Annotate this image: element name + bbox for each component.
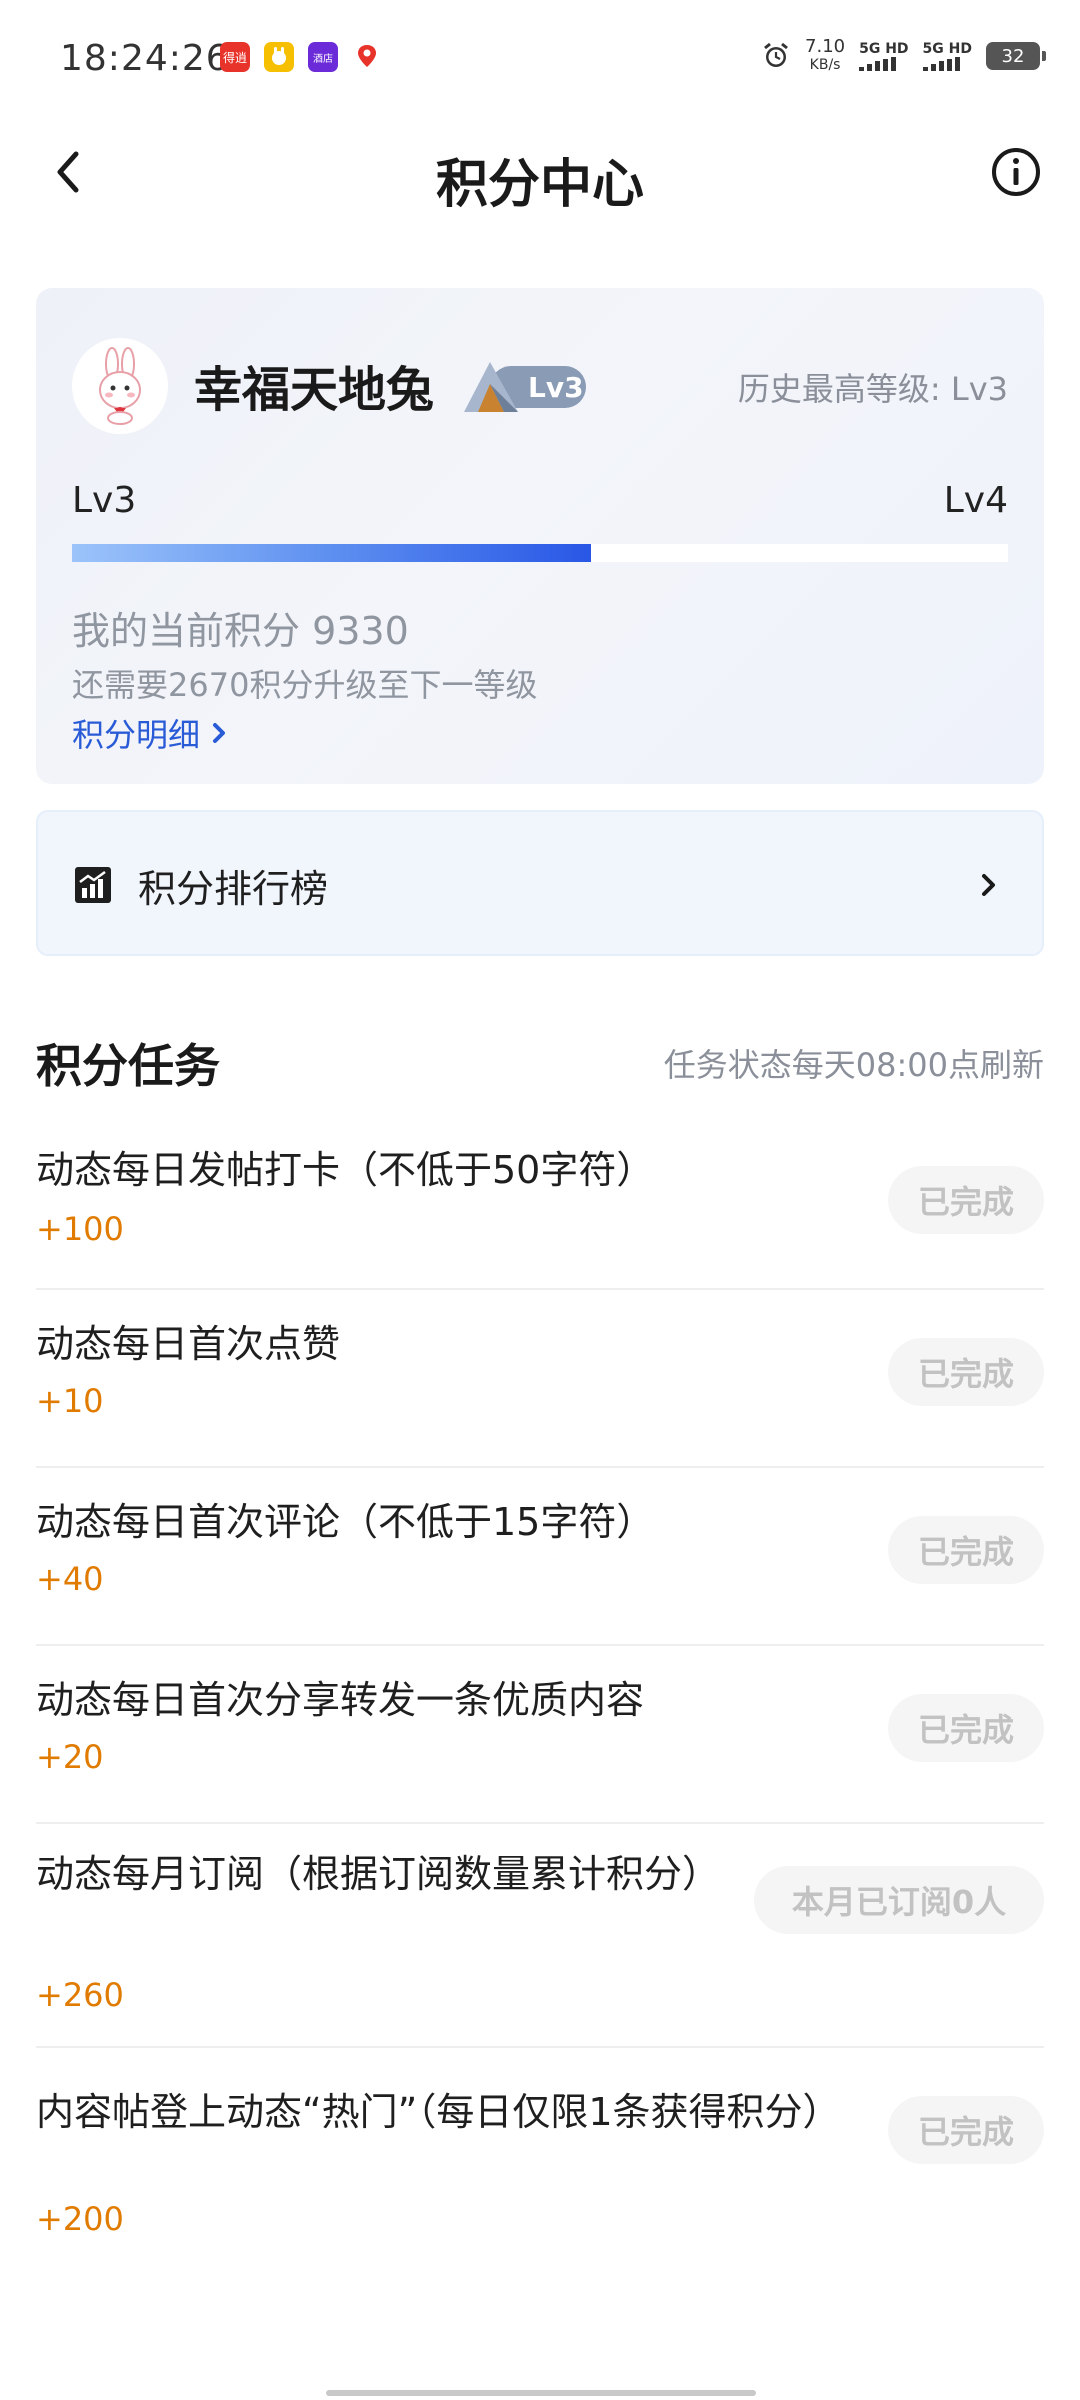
task-reward: +40 [36, 1560, 104, 1598]
app-notification-icon: 得逍 [220, 42, 250, 72]
points-detail-link[interactable]: 积分明细 [72, 710, 228, 756]
level-badge-icon: Lv3 [464, 362, 586, 412]
signal-sim2: 5G HD [922, 41, 972, 71]
task-status-button[interactable]: 已完成 [888, 1338, 1044, 1406]
nav-header: 积分中心 [0, 120, 1080, 230]
tasks-refresh-note: 任务状态每天08:00点刷新 [663, 1046, 1044, 1084]
page-title: 积分中心 [435, 155, 644, 215]
notification-icons: 得逍 酒店 [220, 42, 382, 72]
task-row: 动态每日发帖打卡（不低于50字符） +100 已完成 [36, 1120, 1044, 1290]
app-notification-icon: 酒店 [308, 42, 338, 72]
page: 18:24:26 得逍 酒店 7.10 KB/s 5G HD 5G HD 32 … [0, 0, 1080, 2400]
home-indicator[interactable] [326, 2390, 756, 2396]
task-reward: +20 [36, 1738, 104, 1776]
task-row: 动态每月订阅（根据订阅数量累计积分） +260 本月已订阅0人 [36, 1824, 1044, 2048]
level-card: 幸福天地兔 Lv3 历史最高等级: Lv3 Lv3 Lv4 我的当前积分 933… [36, 288, 1044, 784]
next-level-label: Lv4 [943, 480, 1008, 521]
leaderboard-icon [75, 867, 111, 903]
level-progress-fill [72, 544, 592, 562]
task-name: 动态每日首次评论（不低于15字符） [36, 1500, 655, 1544]
task-status-button[interactable]: 已完成 [888, 2096, 1044, 2164]
task-name: 动态每日首次点赞 [36, 1322, 341, 1366]
avatar[interactable] [72, 338, 168, 434]
ranking-card[interactable]: 积分排行榜 [36, 810, 1044, 956]
task-reward: +200 [36, 2200, 124, 2238]
signal-bars-icon [922, 57, 960, 71]
username: 幸福天地兔 [194, 362, 435, 418]
tasks-section-title: 积分任务 [36, 1039, 220, 1093]
task-reward: +260 [36, 1976, 124, 2014]
info-icon[interactable] [988, 144, 1044, 200]
task-reward: +10 [36, 1382, 104, 1420]
status-bar: 18:24:26 得逍 酒店 7.10 KB/s 5G HD 5G HD 32 [0, 0, 1080, 120]
battery-icon: 32 [986, 42, 1046, 70]
signal-sim1: 5G HD [859, 41, 909, 71]
rabbit-avatar-icon [99, 347, 141, 425]
task-status-button[interactable]: 本月已订阅0人 [754, 1866, 1044, 1934]
status-right: 7.10 KB/s 5G HD 5G HD 32 [761, 36, 1046, 74]
location-pin-icon [352, 42, 382, 72]
points-detail-label: 积分明细 [72, 716, 201, 754]
svg-text:Lv3: Lv3 [528, 371, 584, 404]
task-row: 动态每日首次点赞 +10 已完成 [36, 1290, 1044, 1468]
level-progress-bar [72, 544, 1008, 562]
task-name: 内容帖登上动态“热门”（每日仅限1条获得积分） [36, 2090, 841, 2134]
current-points: 我的当前积分 9330 [72, 609, 409, 653]
task-reward: +100 [36, 1210, 124, 1248]
task-name: 动态每日首次分享转发一条优质内容 [36, 1678, 645, 1722]
ranking-label: 积分排行榜 [138, 867, 329, 911]
task-row: 内容帖登上动态“热门”（每日仅限1条获得积分） +200 已完成 [36, 2048, 1044, 2258]
points-needed: 还需要2670积分升级至下一等级 [72, 666, 538, 704]
history-level: 历史最高等级: Lv3 [737, 370, 1008, 408]
task-status-button[interactable]: 已完成 [888, 1694, 1044, 1762]
task-status-button[interactable]: 已完成 [888, 1516, 1044, 1584]
task-name: 动态每月订阅（根据订阅数量累计积分） [36, 1852, 721, 1896]
status-time: 18:24:26 [60, 38, 230, 79]
signal-bars-icon [859, 57, 897, 71]
chevron-right-icon [213, 723, 226, 743]
app-notification-icon [264, 42, 294, 72]
alarm-icon [764, 42, 788, 67]
task-row: 动态每日首次分享转发一条优质内容 +20 已完成 [36, 1646, 1044, 1824]
task-name: 动态每日发帖打卡（不低于50字符） [36, 1148, 655, 1192]
current-level-label: Lv3 [72, 480, 137, 521]
task-status-button[interactable]: 已完成 [888, 1166, 1044, 1234]
net-speed: 7.10 KB/s [805, 36, 846, 74]
task-row: 动态每日首次评论（不低于15字符） +40 已完成 [36, 1468, 1044, 1646]
chevron-right-icon [982, 874, 995, 896]
